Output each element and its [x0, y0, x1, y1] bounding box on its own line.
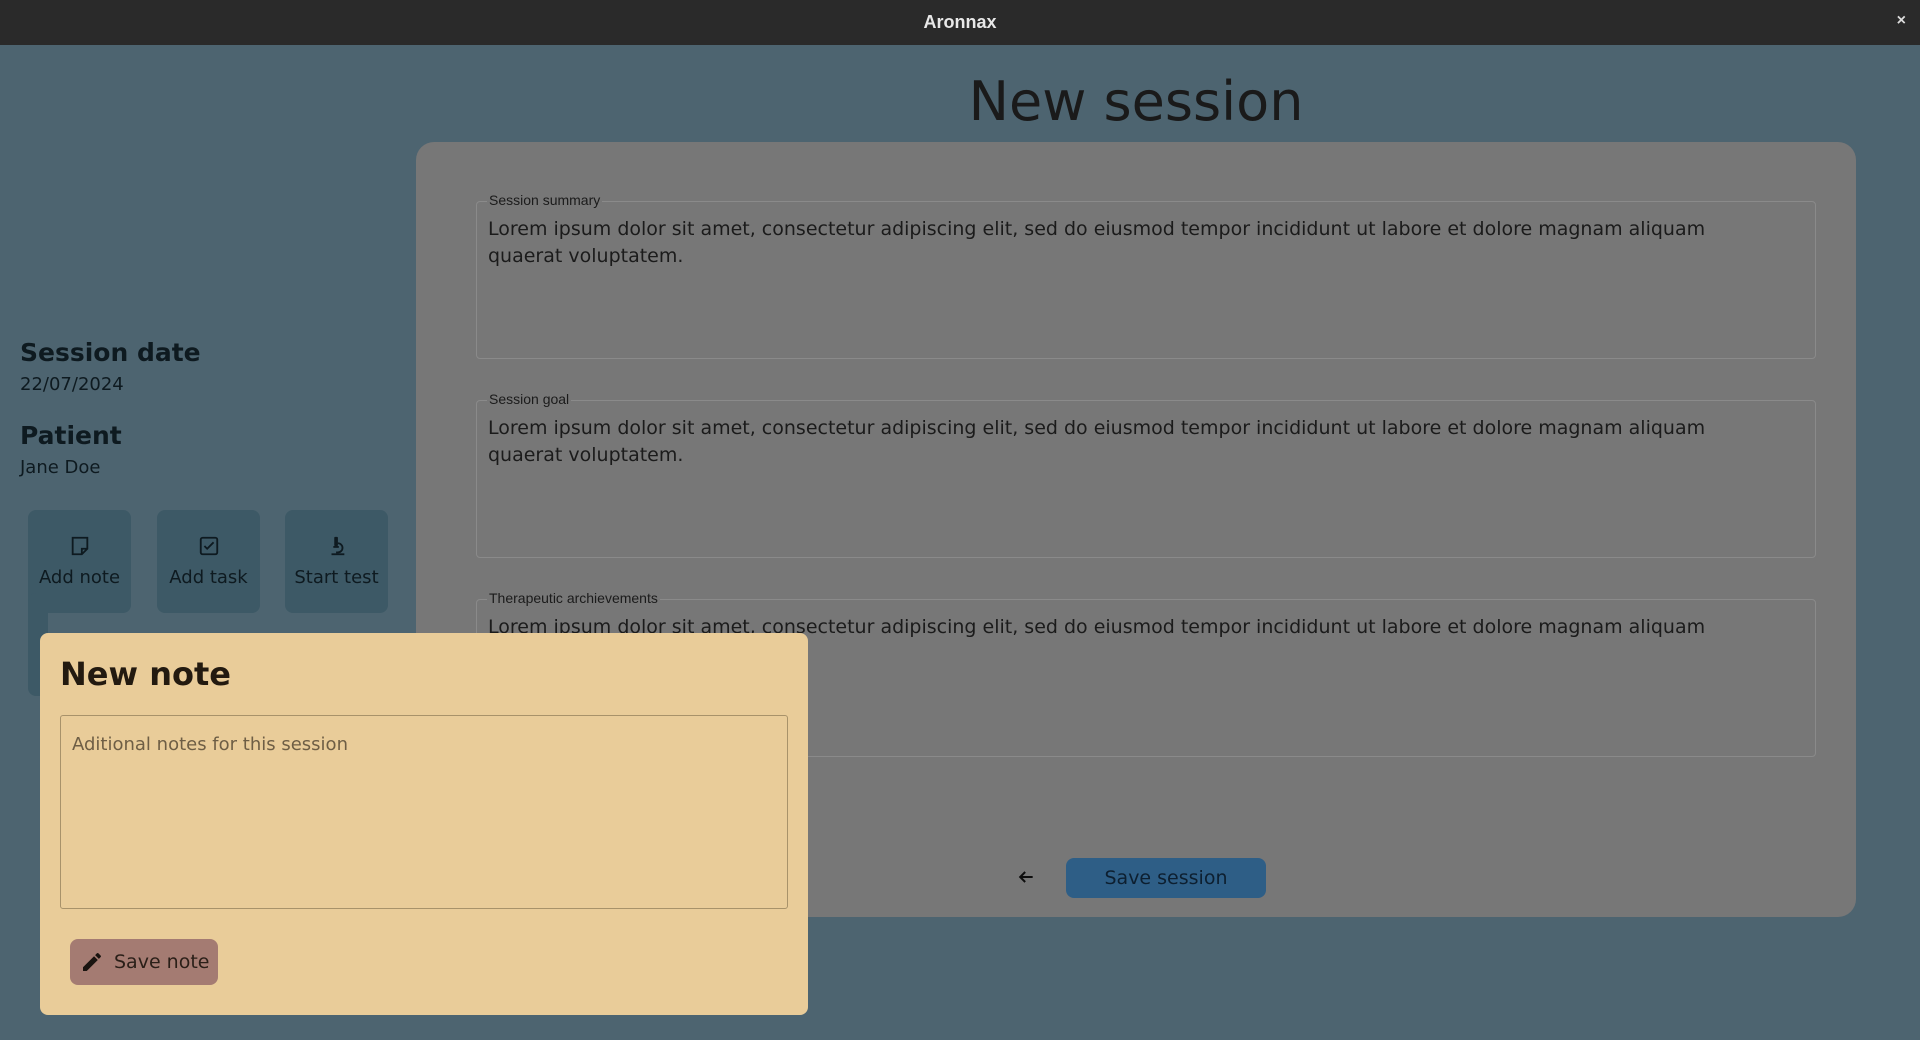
sticky-note-icon	[71, 536, 88, 556]
session-date-value: 22/07/2024	[20, 374, 124, 395]
modal-title: New note	[60, 655, 231, 693]
save-note-label: Save note	[114, 951, 210, 973]
start-test-label: Start test	[294, 567, 379, 588]
session-goal-field[interactable]: Session goal Lorem ipsum dolor sit amet,…	[476, 391, 1816, 558]
patient-heading: Patient	[20, 421, 122, 450]
add-task-button[interactable]: Add task	[157, 510, 260, 613]
save-session-button[interactable]: Save session	[1066, 858, 1266, 898]
page-title: New session	[968, 70, 1304, 133]
window-title: Aronnax	[923, 12, 997, 32]
add-task-label: Add task	[169, 567, 248, 588]
pencil-icon	[83, 952, 101, 971]
back-button[interactable]	[1011, 862, 1041, 892]
patient-name: Jane Doe	[20, 457, 101, 478]
therapeutic-achievements-label: Therapeutic archievements	[487, 590, 660, 606]
microscope-icon	[331, 536, 344, 556]
arrow-left-icon	[1018, 871, 1033, 883]
save-note-button[interactable]: Save note	[70, 939, 218, 985]
checkbox-icon	[199, 536, 218, 556]
window-titlebar: Aronnax ×	[0, 0, 1920, 45]
add-note-label: Add note	[38, 567, 121, 588]
session-date-heading: Session date	[20, 338, 201, 367]
close-icon[interactable]: ×	[1897, 12, 1906, 30]
session-summary-label: Session summary	[487, 192, 603, 208]
start-test-button[interactable]: Start test	[285, 510, 388, 613]
note-textarea[interactable]	[60, 715, 788, 909]
session-summary-text[interactable]: Lorem ipsum dolor sit amet, consectetur …	[488, 216, 1755, 270]
session-goal-text[interactable]: Lorem ipsum dolor sit amet, consectetur …	[488, 415, 1755, 469]
session-summary-field[interactable]: Session summary Lorem ipsum dolor sit am…	[476, 192, 1816, 359]
new-note-modal: New note Save note	[40, 633, 808, 1015]
session-goal-label: Session goal	[487, 391, 572, 407]
